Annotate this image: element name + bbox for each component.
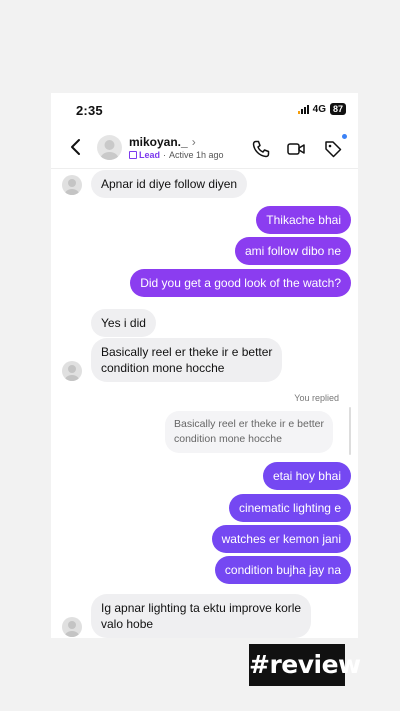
lead-badge: Lead xyxy=(129,150,160,160)
contact-subtitle: Lead · Active 1h ago xyxy=(129,150,224,160)
message-line: Basically reel er theke ir e better xyxy=(101,345,273,359)
quoted-reply[interactable]: Basically reel er theke ir e better cond… xyxy=(165,411,333,453)
message-line: valo hobe xyxy=(101,617,154,631)
outgoing-message[interactable]: etai hoy bhai xyxy=(262,462,351,490)
avatar[interactable] xyxy=(97,135,122,160)
username: mikoyan._ xyxy=(129,135,188,149)
active-status: Active 1h ago xyxy=(169,150,224,160)
quoted-line: condition mone hocche xyxy=(174,433,282,445)
outgoing-message[interactable]: ami follow dibo ne xyxy=(234,237,351,265)
incoming-message[interactable]: Basically reel er theke ir e better cond… xyxy=(91,338,283,382)
sender-avatar xyxy=(62,617,82,637)
review-sticker: #review xyxy=(249,644,361,686)
outgoing-message[interactable]: condition bujha jay na xyxy=(214,556,351,584)
status-time: 2:35 xyxy=(76,103,103,118)
phone-screen: 2:35 4G 87 mikoyan._ › Lead · Active 1h … xyxy=(51,93,358,638)
outgoing-message[interactable]: Did you get a good look of the watch? xyxy=(130,269,351,297)
you-replied-label: You replied xyxy=(294,393,339,403)
battery-icon: 87 xyxy=(329,103,346,115)
phone-icon[interactable] xyxy=(251,139,271,159)
chat-header: mikoyan._ › Lead · Active 1h ago xyxy=(51,129,358,169)
reply-indicator-bar xyxy=(349,407,351,455)
username-link[interactable]: mikoyan._ › xyxy=(129,135,196,149)
tag-icon[interactable] xyxy=(323,139,343,159)
message-line: Ig apnar lighting ta ektu improve korle xyxy=(101,601,302,615)
quoted-line: Basically reel er theke ir e better xyxy=(174,418,324,430)
incoming-message[interactable]: Ig apnar lighting ta ektu improve korle … xyxy=(91,594,312,638)
network-label: 4G xyxy=(312,103,326,115)
signal-icon xyxy=(297,104,309,114)
sender-avatar xyxy=(62,175,82,195)
notification-dot xyxy=(342,134,347,139)
lead-icon xyxy=(129,151,137,159)
status-icons: 4G 87 xyxy=(297,103,346,115)
outgoing-message[interactable]: Thikache bhai xyxy=(256,206,351,234)
chevron-right-icon: › xyxy=(191,135,196,149)
status-bar: 2:35 4G 87 xyxy=(51,93,358,125)
video-icon[interactable] xyxy=(286,139,306,159)
incoming-message[interactable]: Apnar id diye follow diyen xyxy=(91,170,248,198)
subtitle-separator: · xyxy=(163,150,167,160)
outgoing-message[interactable]: watches er kemon jani xyxy=(211,525,351,553)
incoming-message[interactable]: Yes i did xyxy=(91,309,156,337)
back-icon[interactable] xyxy=(69,137,83,157)
sender-avatar xyxy=(62,361,82,381)
message-line: condition mone hocche xyxy=(101,361,225,375)
avatar-placeholder-icon xyxy=(100,140,119,160)
lead-label: Lead xyxy=(139,150,161,160)
outgoing-message[interactable]: cinematic lighting e xyxy=(228,494,351,522)
